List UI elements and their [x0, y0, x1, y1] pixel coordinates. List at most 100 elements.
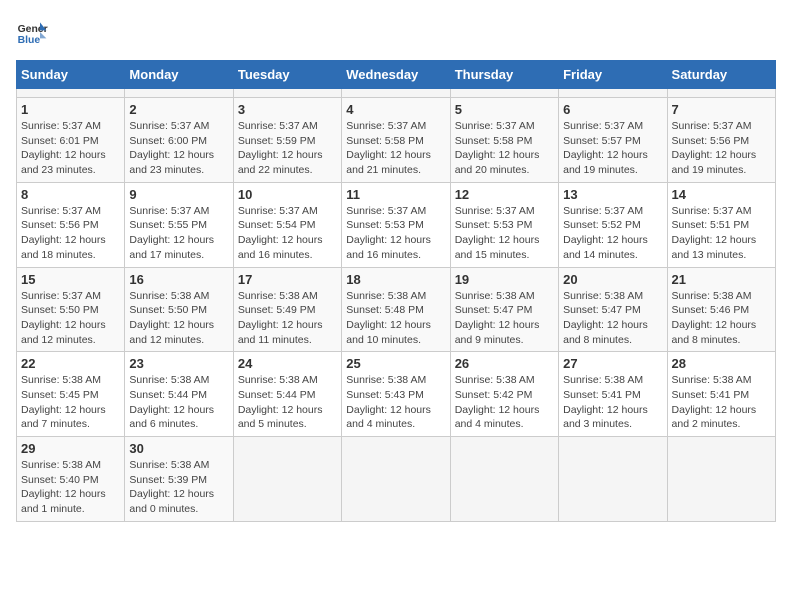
- weekday-header-monday: Monday: [125, 61, 233, 89]
- calendar-cell: [559, 89, 667, 98]
- calendar-cell: 2Sunrise: 5:37 AMSunset: 6:00 PMDaylight…: [125, 98, 233, 183]
- calendar-cell: 1 Sunrise: 5:37 AMSunset: 6:01 PMDaylight…: [17, 98, 125, 183]
- day-info: Sunrise: 5:37 AMSunset: 5:57 PMDaylight:…: [563, 119, 662, 178]
- calendar-cell: 17 Sunrise: 5:38 AMSunset: 5:49 PMDayligh…: [233, 267, 341, 352]
- day-number: 5: [455, 102, 554, 117]
- header: General Blue: [16, 16, 776, 48]
- day-info: Sunrise: 5:37 AMSunset: 5:50 PMDaylight:…: [21, 289, 120, 348]
- day-number: 22: [21, 356, 120, 371]
- day-number: 19: [455, 272, 554, 287]
- calendar-cell: [559, 437, 667, 522]
- day-number: 9: [129, 187, 228, 202]
- calendar-cell: 14Sunrise: 5:37 AMSunset: 5:51 PMDayligh…: [667, 182, 775, 267]
- day-number: 23: [129, 356, 228, 371]
- calendar-cell: 24Sunrise: 5:38 AMSunset: 5:44 PMDayligh…: [233, 352, 341, 437]
- day-number: 1: [21, 102, 120, 117]
- calendar-cell: 6 Sunrise: 5:37 AMSunset: 5:57 PMDaylight…: [559, 98, 667, 183]
- day-number: 26: [455, 356, 554, 371]
- calendar-cell: 9 Sunrise: 5:37 AMSunset: 5:55 PMDaylight…: [125, 182, 233, 267]
- day-number: 29: [21, 441, 120, 456]
- day-info: Sunrise: 5:38 AMSunset: 5:45 PMDaylight:…: [21, 373, 120, 432]
- calendar-cell: [450, 89, 558, 98]
- day-info: Sunrise: 5:38 AMSunset: 5:44 PMDaylight:…: [129, 373, 228, 432]
- calendar-cell: 15 Sunrise: 5:37 AMSunset: 5:50 PMDayligh…: [17, 267, 125, 352]
- weekday-header-friday: Friday: [559, 61, 667, 89]
- svg-text:Blue: Blue: [18, 35, 41, 46]
- calendar-cell: [450, 437, 558, 522]
- calendar-cell: [342, 89, 450, 98]
- calendar-week-1: 1 Sunrise: 5:37 AMSunset: 6:01 PMDaylight…: [17, 98, 776, 183]
- calendar-cell: 23 Sunrise: 5:38 AMSunset: 5:44 PMDayligh…: [125, 352, 233, 437]
- day-number: 10: [238, 187, 337, 202]
- calendar-week-4: 22 Sunrise: 5:38 AMSunset: 5:45 PMDayligh…: [17, 352, 776, 437]
- day-number: 4: [346, 102, 445, 117]
- calendar-cell: 3 Sunrise: 5:37 AMSunset: 5:59 PMDaylight…: [233, 98, 341, 183]
- day-info: Sunrise: 5:37 AMSunset: 6:00 PMDaylight:…: [129, 119, 228, 178]
- calendar-cell: [125, 89, 233, 98]
- weekday-header-sunday: Sunday: [17, 61, 125, 89]
- day-info: Sunrise: 5:38 AMSunset: 5:40 PMDaylight:…: [21, 458, 120, 517]
- day-number: 6: [563, 102, 662, 117]
- day-number: 28: [672, 356, 771, 371]
- logo: General Blue: [16, 16, 48, 48]
- calendar-cell: 20Sunrise: 5:38 AMSunset: 5:47 PMDayligh…: [559, 267, 667, 352]
- calendar-cell: [667, 89, 775, 98]
- calendar-cell: 28 Sunrise: 5:38 AMSunset: 5:41 PMDayligh…: [667, 352, 775, 437]
- calendar-cell: 4 Sunrise: 5:37 AMSunset: 5:58 PMDaylight…: [342, 98, 450, 183]
- calendar-cell: [233, 437, 341, 522]
- day-number: 7: [672, 102, 771, 117]
- calendar-cell: 8 Sunrise: 5:37 AMSunset: 5:56 PMDaylight…: [17, 182, 125, 267]
- weekday-header-tuesday: Tuesday: [233, 61, 341, 89]
- day-info: Sunrise: 5:37 AMSunset: 5:56 PMDaylight:…: [672, 119, 771, 178]
- calendar-cell: [667, 437, 775, 522]
- day-info: Sunrise: 5:38 AMSunset: 5:42 PMDaylight:…: [455, 373, 554, 432]
- day-number: 18: [346, 272, 445, 287]
- calendar-cell: [342, 437, 450, 522]
- day-number: 20: [563, 272, 662, 287]
- day-number: 25: [346, 356, 445, 371]
- day-number: 30: [129, 441, 228, 456]
- day-info: Sunrise: 5:38 AMSunset: 5:44 PMDaylight:…: [238, 373, 337, 432]
- day-number: 3: [238, 102, 337, 117]
- day-info: Sunrise: 5:37 AMSunset: 5:53 PMDaylight:…: [346, 204, 445, 263]
- calendar-cell: 13 Sunrise: 5:37 AMSunset: 5:52 PMDayligh…: [559, 182, 667, 267]
- day-number: 17: [238, 272, 337, 287]
- day-info: Sunrise: 5:37 AMSunset: 5:56 PMDaylight:…: [21, 204, 120, 263]
- day-info: Sunrise: 5:38 AMSunset: 5:39 PMDaylight:…: [129, 458, 228, 517]
- day-info: Sunrise: 5:38 AMSunset: 5:41 PMDaylight:…: [563, 373, 662, 432]
- day-info: Sunrise: 5:38 AMSunset: 5:41 PMDaylight:…: [672, 373, 771, 432]
- day-number: 8: [21, 187, 120, 202]
- calendar-week-0: [17, 89, 776, 98]
- calendar-cell: [17, 89, 125, 98]
- day-info: Sunrise: 5:37 AMSunset: 5:54 PMDaylight:…: [238, 204, 337, 263]
- day-number: 21: [672, 272, 771, 287]
- calendar-cell: 22 Sunrise: 5:38 AMSunset: 5:45 PMDayligh…: [17, 352, 125, 437]
- calendar-header-row: SundayMondayTuesdayWednesdayThursdayFrid…: [17, 61, 776, 89]
- calendar-cell: 19 Sunrise: 5:38 AMSunset: 5:47 PMDayligh…: [450, 267, 558, 352]
- day-info: Sunrise: 5:37 AMSunset: 6:01 PMDaylight:…: [21, 119, 120, 178]
- day-info: Sunrise: 5:37 AMSunset: 5:52 PMDaylight:…: [563, 204, 662, 263]
- day-number: 13: [563, 187, 662, 202]
- calendar-cell: 18 Sunrise: 5:38 AMSunset: 5:48 PMDayligh…: [342, 267, 450, 352]
- calendar-cell: 30 Sunrise: 5:38 AMSunset: 5:39 PMDayligh…: [125, 437, 233, 522]
- day-info: Sunrise: 5:38 AMSunset: 5:47 PMDaylight:…: [455, 289, 554, 348]
- calendar-cell: 21 Sunrise: 5:38 AMSunset: 5:46 PMDayligh…: [667, 267, 775, 352]
- calendar-week-5: 29 Sunrise: 5:38 AMSunset: 5:40 PMDayligh…: [17, 437, 776, 522]
- day-number: 15: [21, 272, 120, 287]
- day-info: Sunrise: 5:38 AMSunset: 5:50 PMDaylight:…: [129, 289, 228, 348]
- day-info: Sunrise: 5:38 AMSunset: 5:46 PMDaylight:…: [672, 289, 771, 348]
- day-info: Sunrise: 5:37 AMSunset: 5:55 PMDaylight:…: [129, 204, 228, 263]
- calendar-cell: 7 Sunrise: 5:37 AMSunset: 5:56 PMDaylight…: [667, 98, 775, 183]
- calendar-cell: 29 Sunrise: 5:38 AMSunset: 5:40 PMDayligh…: [17, 437, 125, 522]
- calendar-cell: 5Sunrise: 5:37 AMSunset: 5:58 PMDaylight…: [450, 98, 558, 183]
- day-info: Sunrise: 5:37 AMSunset: 5:58 PMDaylight:…: [346, 119, 445, 178]
- day-info: Sunrise: 5:37 AMSunset: 5:59 PMDaylight:…: [238, 119, 337, 178]
- day-number: 16: [129, 272, 228, 287]
- calendar-cell: 16 Sunrise: 5:38 AMSunset: 5:50 PMDayligh…: [125, 267, 233, 352]
- day-info: Sunrise: 5:38 AMSunset: 5:48 PMDaylight:…: [346, 289, 445, 348]
- day-number: 14: [672, 187, 771, 202]
- day-info: Sunrise: 5:38 AMSunset: 5:49 PMDaylight:…: [238, 289, 337, 348]
- calendar-cell: 11Sunrise: 5:37 AMSunset: 5:53 PMDayligh…: [342, 182, 450, 267]
- day-number: 27: [563, 356, 662, 371]
- day-number: 12: [455, 187, 554, 202]
